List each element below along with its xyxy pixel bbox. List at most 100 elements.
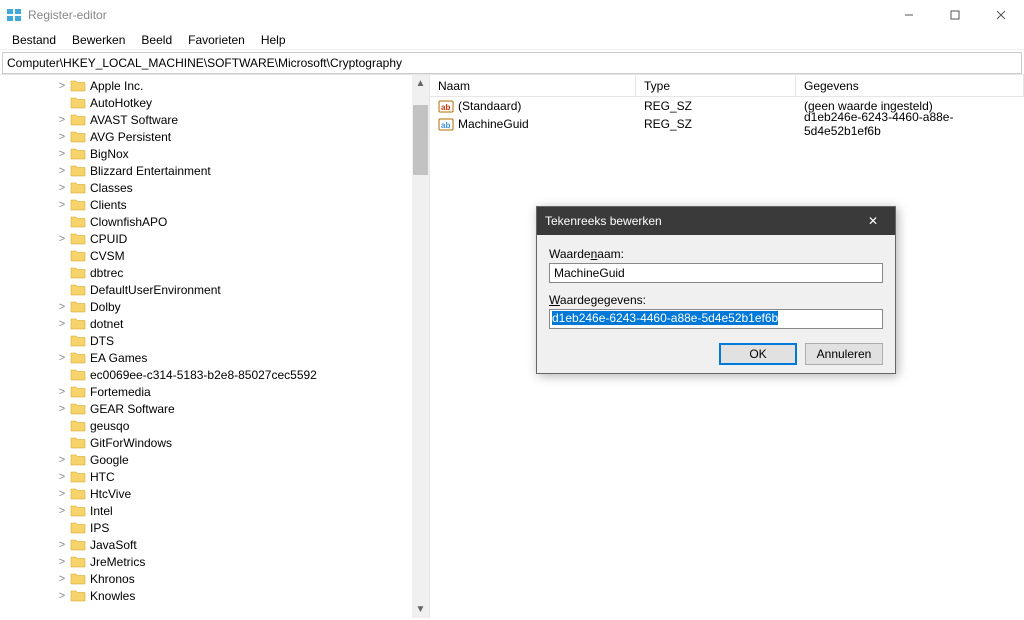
- tree-item[interactable]: >Clients: [0, 196, 429, 213]
- expander-icon[interactable]: >: [56, 352, 68, 364]
- close-button[interactable]: [978, 0, 1024, 30]
- folder-icon: [70, 181, 86, 194]
- tree-item[interactable]: > Knowles: [0, 587, 429, 604]
- tree-scrollbar[interactable]: ▲ ▼: [412, 75, 429, 618]
- maximize-button[interactable]: [932, 0, 978, 30]
- folder-icon: [70, 504, 86, 517]
- expander-icon[interactable]: >: [56, 403, 68, 415]
- tree-item-label: AVG Persistent: [90, 130, 171, 144]
- tree-item[interactable]: ec0069ee-c314-5183-b2e8-85027cec5592: [0, 366, 429, 383]
- tree-item[interactable]: >Fortemedia: [0, 383, 429, 400]
- menu-favorites[interactable]: Favorieten: [180, 31, 253, 49]
- folder-icon: [70, 334, 86, 347]
- value-data-field[interactable]: d1eb246e-6243-4460-a88e-5d4e52b1ef6b: [549, 309, 883, 329]
- expander-icon[interactable]: >: [56, 80, 68, 92]
- expander-icon[interactable]: >: [56, 454, 68, 466]
- tree-item-label: dotnet: [90, 317, 123, 331]
- folder-icon: [70, 147, 86, 160]
- expander-icon[interactable]: >: [56, 573, 68, 585]
- tree-item[interactable]: AutoHotkey: [0, 94, 429, 111]
- tree-item[interactable]: IPS: [0, 519, 429, 536]
- expander-icon[interactable]: >: [56, 539, 68, 551]
- value-name-field[interactable]: [549, 263, 883, 283]
- expander-icon[interactable]: >: [56, 471, 68, 483]
- folder-icon: [70, 113, 86, 126]
- tree-item[interactable]: >CPUID: [0, 230, 429, 247]
- menu-view[interactable]: Beeld: [133, 31, 180, 49]
- menu-file[interactable]: Bestand: [4, 31, 64, 49]
- tree-item[interactable]: DefaultUserEnvironment: [0, 281, 429, 298]
- tree-item[interactable]: >HtcVive: [0, 485, 429, 502]
- expander-icon[interactable]: >: [56, 590, 68, 602]
- tree-item[interactable]: > AVG Persistent: [0, 128, 429, 145]
- tree-item-label: HTC: [90, 470, 115, 484]
- expander-icon[interactable]: >: [56, 114, 68, 126]
- expander-icon[interactable]: >: [56, 233, 68, 245]
- tree-item[interactable]: >Apple Inc.: [0, 77, 429, 94]
- expander-icon[interactable]: >: [56, 165, 68, 177]
- scroll-down-button[interactable]: ▼: [412, 601, 429, 618]
- menu-help[interactable]: Help: [253, 31, 294, 49]
- col-data-header[interactable]: Gegevens: [796, 75, 1024, 96]
- tree-item-label: ClownfishAPO: [90, 215, 167, 229]
- value-type-icon: ab: [438, 116, 454, 132]
- folder-icon: [70, 283, 86, 296]
- expander-icon[interactable]: >: [56, 199, 68, 211]
- scroll-up-button[interactable]: ▲: [412, 75, 429, 92]
- tree-item[interactable]: > dotnet: [0, 315, 429, 332]
- value-data-label: Waardegegevens:: [549, 293, 883, 307]
- menu-edit[interactable]: Bewerken: [64, 31, 133, 49]
- expander-icon[interactable]: >: [56, 182, 68, 194]
- tree-item[interactable]: CVSM: [0, 247, 429, 264]
- tree-item[interactable]: GitForWindows: [0, 434, 429, 451]
- folder-icon: [70, 317, 86, 330]
- minimize-button[interactable]: [886, 0, 932, 30]
- folder-icon: [70, 589, 86, 602]
- expander-icon[interactable]: >: [56, 505, 68, 517]
- expander-icon[interactable]: >: [56, 131, 68, 143]
- expander-icon[interactable]: >: [56, 318, 68, 330]
- tree-item-label: CVSM: [90, 249, 125, 263]
- tree-item[interactable]: > AVAST Software: [0, 111, 429, 128]
- expander-icon[interactable]: >: [56, 386, 68, 398]
- tree-item-label: ec0069ee-c314-5183-b2e8-85027cec5592: [90, 368, 317, 382]
- expander-icon[interactable]: >: [56, 301, 68, 313]
- tree-item-label: BigNox: [90, 147, 129, 161]
- col-type-header[interactable]: Type: [636, 75, 796, 96]
- tree-item-label: AVAST Software: [90, 113, 178, 127]
- ok-button[interactable]: OK: [719, 343, 797, 365]
- value-data: d1eb246e-6243-4460-a88e-5d4e52b1ef6b: [796, 110, 1024, 138]
- folder-icon: [70, 266, 86, 279]
- folder-icon: [70, 385, 86, 398]
- address-bar[interactable]: Computer\HKEY_LOCAL_MACHINE\SOFTWARE\Mic…: [2, 52, 1022, 74]
- tree-item[interactable]: dbtrec: [0, 264, 429, 281]
- dialog-close-button[interactable]: ✕: [859, 214, 887, 228]
- tree-item[interactable]: >JreMetrics: [0, 553, 429, 570]
- tree-item[interactable]: > HTC: [0, 468, 429, 485]
- tree-item[interactable]: >Classes: [0, 179, 429, 196]
- tree-item-label: DTS: [90, 334, 114, 348]
- expander-icon[interactable]: >: [56, 488, 68, 500]
- tree-item[interactable]: >Intel: [0, 502, 429, 519]
- tree-item[interactable]: > BigNox: [0, 145, 429, 162]
- tree-item[interactable]: >Dolby: [0, 298, 429, 315]
- tree-item[interactable]: >Blizzard Entertainment: [0, 162, 429, 179]
- tree-item[interactable]: >JavaSoft: [0, 536, 429, 553]
- tree-item[interactable]: >Google: [0, 451, 429, 468]
- tree-item[interactable]: DTS: [0, 332, 429, 349]
- col-name-header[interactable]: Naam: [430, 75, 636, 96]
- folder-icon: [70, 487, 86, 500]
- tree-item-label: Knowles: [90, 589, 135, 603]
- expander-icon[interactable]: >: [56, 148, 68, 160]
- expander-icon[interactable]: >: [56, 556, 68, 568]
- tree-item[interactable]: >EA Games: [0, 349, 429, 366]
- tree-item[interactable]: ClownfishAPO: [0, 213, 429, 230]
- tree-item[interactable]: geusqo: [0, 417, 429, 434]
- dialog-title-bar[interactable]: Tekenreeks bewerken ✕: [537, 207, 895, 235]
- cancel-button[interactable]: Annuleren: [805, 343, 883, 365]
- value-row[interactable]: abMachineGuidREG_SZd1eb246e-6243-4460-a8…: [430, 115, 1024, 133]
- folder-icon: [70, 521, 86, 534]
- scroll-thumb[interactable]: [413, 105, 428, 175]
- tree-item[interactable]: >GEAR Software: [0, 400, 429, 417]
- tree-item[interactable]: >Khronos: [0, 570, 429, 587]
